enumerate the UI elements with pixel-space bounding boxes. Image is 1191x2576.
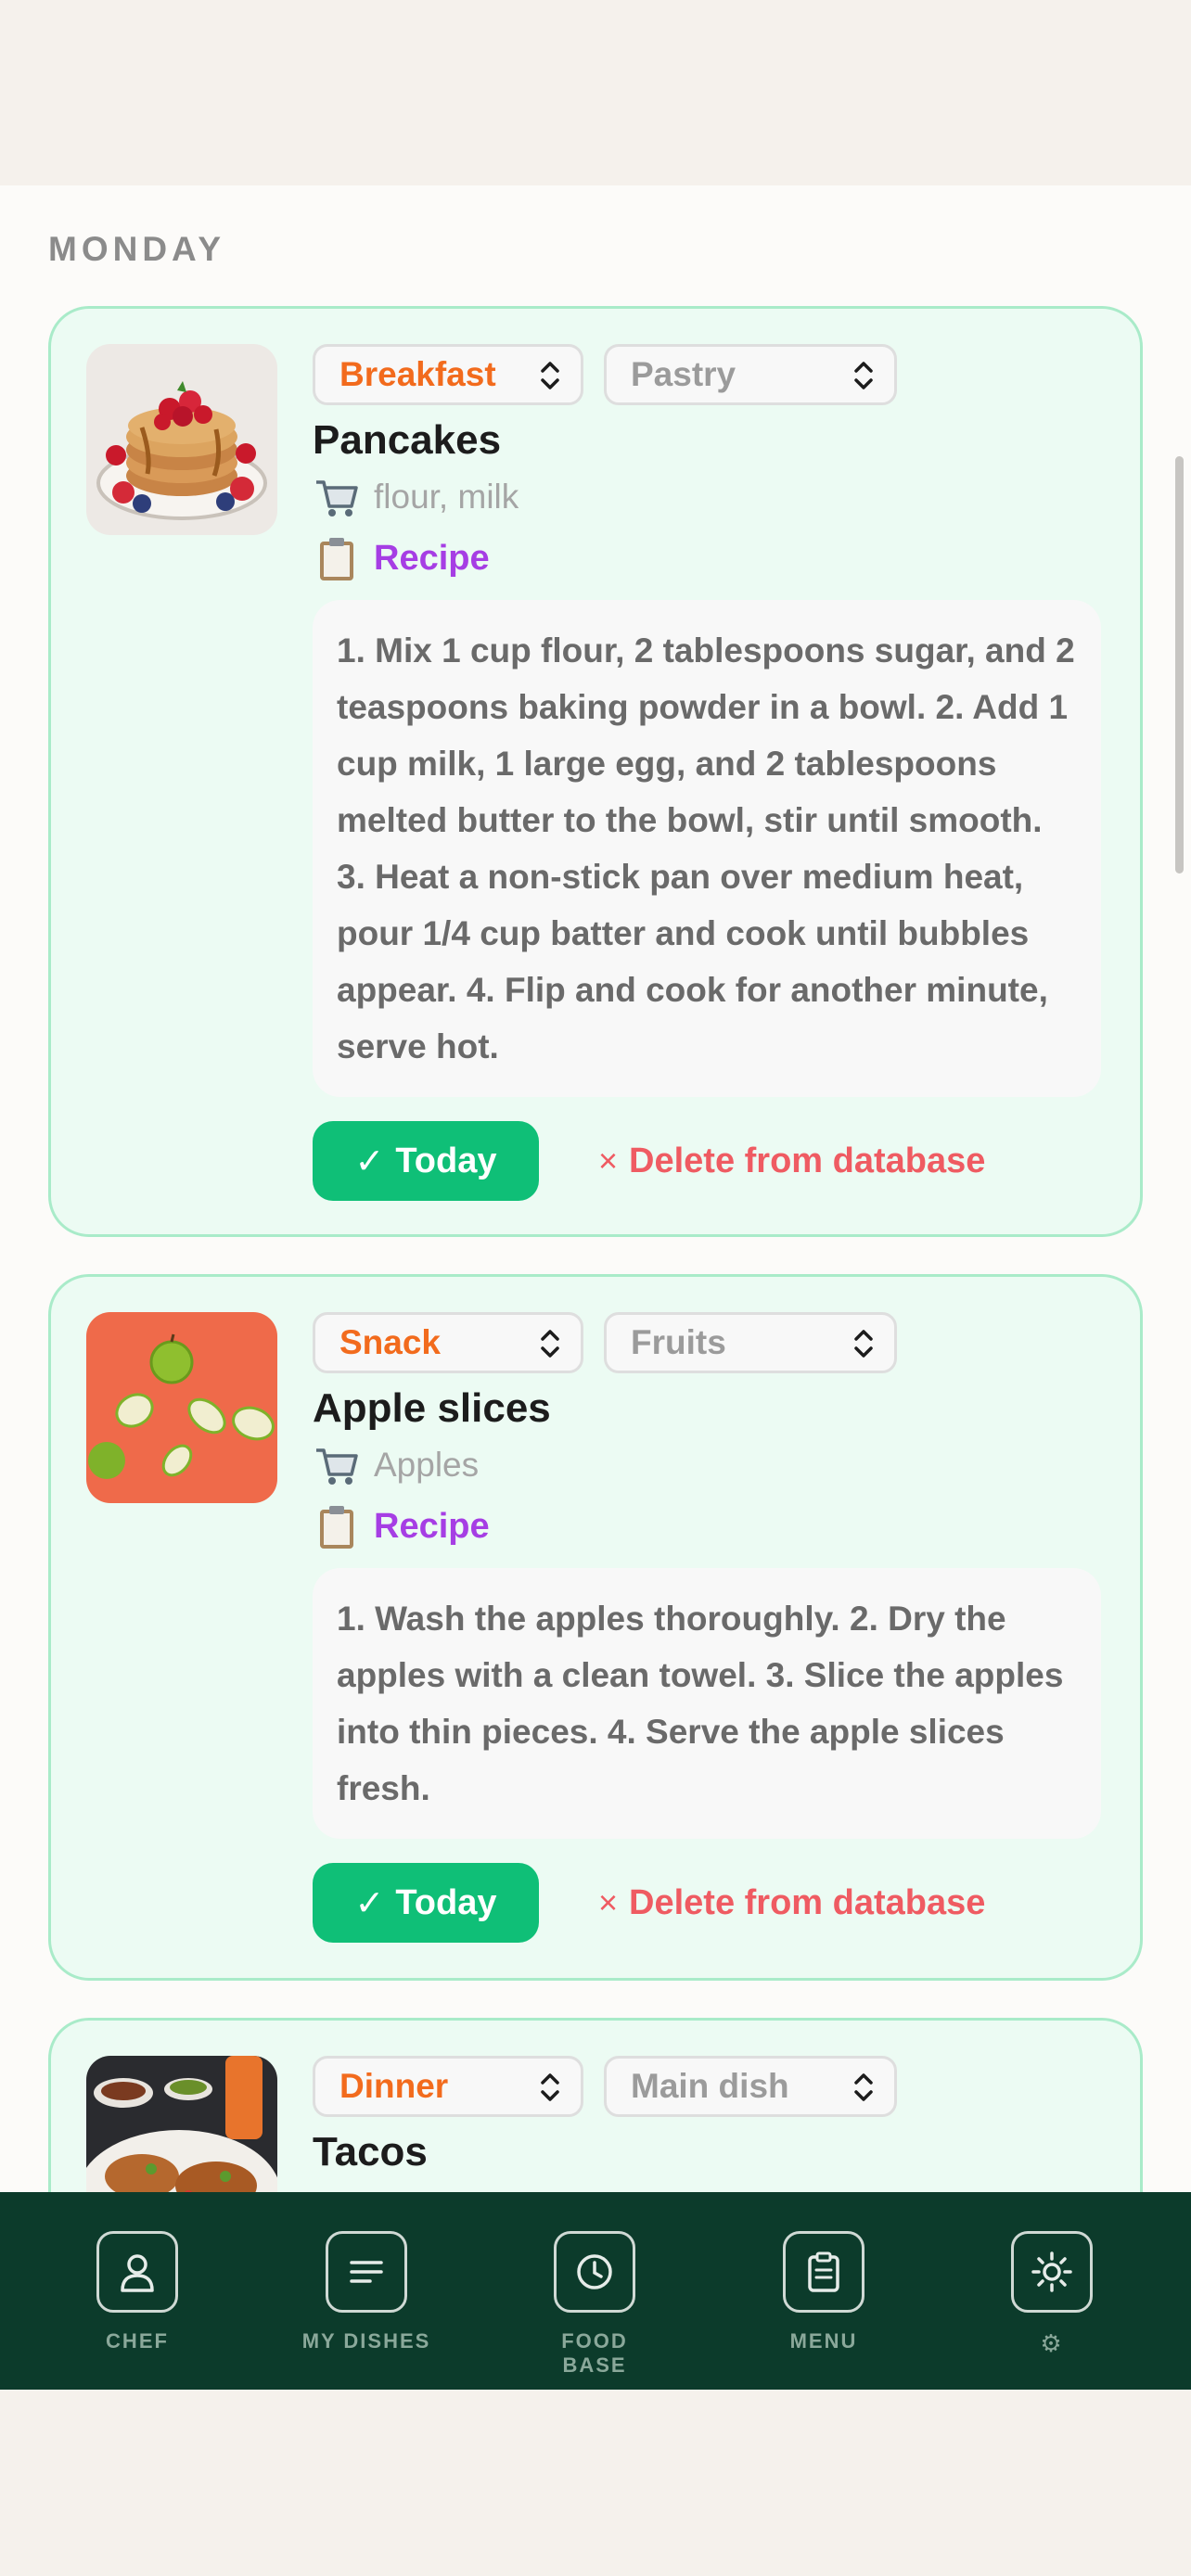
clipboard-icon xyxy=(783,2231,864,2313)
today-label: Today xyxy=(395,1141,497,1180)
day-menu-list[interactable]: MONDAY Breakfast Pastry Pancakes flour, … xyxy=(0,185,1191,2192)
category-select[interactable]: Pastry xyxy=(604,344,897,405)
gear-icon: ⚙ xyxy=(1040,2329,1064,2357)
chevron-up-down-icon xyxy=(854,1330,873,1358)
recipe-label: Recipe xyxy=(374,538,490,578)
nav-label: CHEF xyxy=(106,2329,169,2353)
bottom-navigation: CHEF MY DISHES FOOD BASE MENU ⚙ xyxy=(0,2192,1191,2390)
category-value: Fruits xyxy=(631,1323,726,1361)
nav-item-menu[interactable]: MENU xyxy=(759,2231,889,2353)
recipe-text: 1. Wash the apples thoroughly. 2. Dry th… xyxy=(313,1568,1101,1839)
dish-card: Dinner Main dish Tacos xyxy=(48,2018,1143,2192)
category-value: Pastry xyxy=(631,355,736,393)
nav-item-my-dishes[interactable]: MY DISHES xyxy=(301,2231,431,2353)
close-icon: × xyxy=(598,1883,619,1921)
nav-item-chef[interactable]: CHEF xyxy=(72,2231,202,2353)
home-indicator-area xyxy=(0,2390,1191,2576)
ingredients-text: flour, milk xyxy=(374,478,519,516)
scrollbar[interactable] xyxy=(1175,456,1184,874)
sun-icon xyxy=(1011,2231,1093,2313)
nav-label: FOOD BASE xyxy=(561,2329,628,2377)
list-icon xyxy=(326,2231,407,2313)
dish-name: Pancakes xyxy=(313,417,502,463)
dish-name: Tacos xyxy=(313,2129,428,2174)
chevron-up-down-icon xyxy=(541,1330,559,1358)
category-select[interactable]: Main dish xyxy=(604,2056,897,2117)
meal-type-value: Breakfast xyxy=(339,355,496,393)
dish-card: Snack Fruits Apple slices Apples Recipe … xyxy=(48,1274,1143,1981)
meal-type-select[interactable]: Dinner xyxy=(313,2056,583,2117)
pancakes-photo xyxy=(86,344,277,535)
nav-label: MY DISHES xyxy=(301,2329,431,2353)
shopping-cart-icon xyxy=(316,480,358,516)
dish-card: Breakfast Pastry Pancakes flour, milk Re… xyxy=(48,306,1143,1237)
nav-label: MENU xyxy=(789,2329,858,2353)
shopping-cart-icon xyxy=(313,2185,361,2192)
nav-item-settings[interactable]: ⚙ xyxy=(987,2231,1117,2358)
shopping-cart-icon xyxy=(316,1448,358,1485)
recipe-toggle[interactable]: Recipe xyxy=(313,1496,1101,1557)
chevron-up-down-icon xyxy=(541,2073,559,2101)
chevron-up-down-icon xyxy=(854,2073,873,2101)
status-area xyxy=(0,0,1191,185)
recipe-label: Recipe xyxy=(374,1506,490,1546)
meal-type-select[interactable]: Snack xyxy=(313,1312,583,1373)
delete-from-database-button[interactable]: × Delete from database xyxy=(598,1883,985,1923)
add-today-button[interactable]: ✓ Today xyxy=(313,1121,539,1201)
chevron-up-down-icon xyxy=(854,362,873,389)
delete-from-database-button[interactable]: × Delete from database xyxy=(598,1141,985,1181)
category-value: Main dish xyxy=(631,2067,789,2105)
category-select[interactable]: Fruits xyxy=(604,1312,897,1373)
ingredients-text: Apples xyxy=(374,1446,480,1484)
meal-type-select[interactable]: Breakfast xyxy=(313,344,583,405)
meal-type-value: Dinner xyxy=(339,2067,449,2105)
day-heading: MONDAY xyxy=(48,230,226,268)
apple-slices-photo xyxy=(86,1312,277,1503)
person-icon xyxy=(96,2231,178,2313)
clipboard-icon xyxy=(320,538,353,580)
tacos-photo xyxy=(86,2056,277,2192)
meal-type-value: Snack xyxy=(339,1323,442,1361)
nav-item-food-base[interactable]: FOOD BASE xyxy=(530,2231,660,2378)
add-today-button[interactable]: ✓ Today xyxy=(313,1863,539,1943)
close-icon: × xyxy=(598,1141,619,1180)
dish-name: Apple slices xyxy=(313,1385,551,1431)
recipe-text: 1. Mix 1 cup flour, 2 tablespoons sugar,… xyxy=(313,600,1101,1097)
check-icon: ✓ xyxy=(354,1141,385,1181)
check-icon: ✓ xyxy=(354,1883,385,1923)
delete-label: Delete from database xyxy=(629,1141,986,1180)
recipe-toggle[interactable]: Recipe xyxy=(313,528,1101,589)
delete-label: Delete from database xyxy=(629,1882,986,1922)
clipboard-icon xyxy=(320,1506,353,1549)
clock-icon xyxy=(554,2231,635,2313)
today-label: Today xyxy=(395,1882,497,1922)
chevron-up-down-icon xyxy=(541,362,559,389)
